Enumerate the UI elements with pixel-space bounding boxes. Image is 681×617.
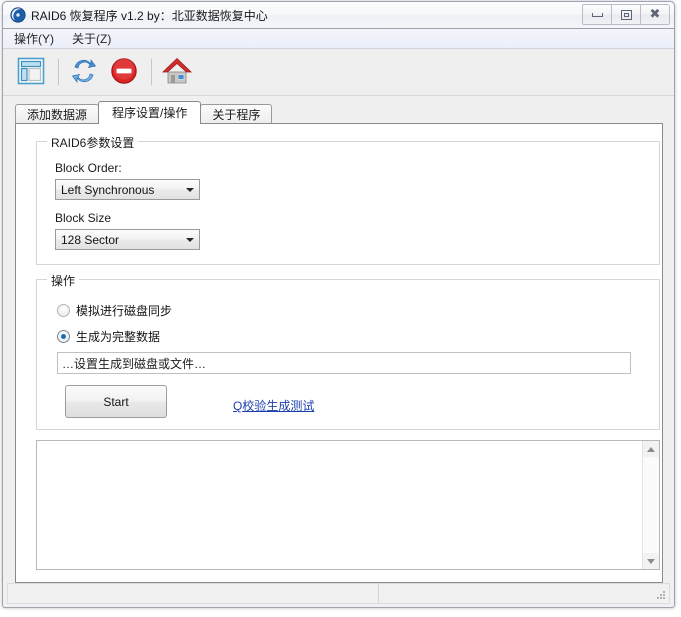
output-target-input[interactable]: …设置生成到磁盘或文件… xyxy=(57,352,631,374)
menu-bar: 操作(Y) 关于(Z) xyxy=(3,29,674,49)
main-window: RAID6 恢复程序 v1.2 by：北亚数据恢复中心 ✖ 操作(Y) 关于(Z… xyxy=(2,1,675,608)
toolbar-stop-button[interactable] xyxy=(106,54,142,90)
menu-operations[interactable]: 操作(Y) xyxy=(10,29,62,49)
chevron-down-icon xyxy=(181,237,199,242)
tab-settings-operations[interactable]: 程序设置/操作 xyxy=(98,101,202,124)
toolbar xyxy=(3,49,674,96)
radio-simulate-disk-sync[interactable]: 模拟进行磁盘同步 xyxy=(57,302,172,319)
scroll-up-button[interactable] xyxy=(643,441,659,457)
raid6-params-group: RAID6参数设置 Block Order: Left Synchronous … xyxy=(36,134,660,265)
disc-icon xyxy=(10,7,26,23)
window-title: RAID6 恢复程序 v1.2 by：北亚数据恢复中心 xyxy=(31,9,268,23)
maximize-icon xyxy=(620,9,632,20)
start-button[interactable]: Start xyxy=(65,385,167,418)
close-icon: ✖ xyxy=(649,7,661,22)
menu-about[interactable]: 关于(Z) xyxy=(68,29,119,49)
block-size-value: 128 Sector xyxy=(61,232,120,247)
scrollbar-track[interactable] xyxy=(643,457,659,553)
operations-group-title: 操作 xyxy=(47,272,80,289)
tab-strip: 添加数据源 程序设置/操作 关于程序 xyxy=(15,101,663,124)
toolbar-separator-2 xyxy=(151,59,152,85)
tab-panel-settings-operations: RAID6参数设置 Block Order: Left Synchronous … xyxy=(15,123,663,583)
block-order-combobox[interactable]: Left Synchronous xyxy=(55,179,200,200)
status-panel-left xyxy=(8,584,379,603)
triangle-down-icon xyxy=(647,558,655,564)
block-order-value: Left Synchronous xyxy=(61,182,155,197)
scroll-down-button[interactable] xyxy=(643,553,659,569)
radio-generate-full-data-label: 生成为完整数据 xyxy=(76,330,161,344)
q-parity-test-link[interactable]: Q校验生成测试 xyxy=(233,397,314,414)
raid6-params-group-title: RAID6参数设置 xyxy=(47,134,139,151)
resize-grip-icon[interactable] xyxy=(655,589,667,601)
window-controls: ✖ xyxy=(582,4,670,25)
tab-about-program[interactable]: 关于程序 xyxy=(200,104,273,124)
log-output-area[interactable] xyxy=(36,440,660,570)
toolbar-separator-1 xyxy=(58,59,59,85)
minimize-button[interactable] xyxy=(582,4,612,25)
operations-group: 操作 模拟进行磁盘同步 生成为完整数据 …设置生成到磁盘或文件… Start Q… xyxy=(36,272,660,430)
layout-panel-icon xyxy=(16,56,46,89)
triangle-up-icon xyxy=(647,446,655,452)
tab-add-data-source[interactable]: 添加数据源 xyxy=(15,104,100,124)
home-icon xyxy=(161,56,193,89)
block-size-label: Block Size xyxy=(55,211,112,225)
radio-indicator xyxy=(57,304,70,317)
toolbar-layout-button[interactable] xyxy=(13,54,49,90)
block-size-combobox[interactable]: 128 Sector xyxy=(55,229,200,250)
block-order-label: Block Order: xyxy=(55,161,122,175)
refresh-icon xyxy=(70,57,98,88)
status-bar xyxy=(7,583,670,604)
minimize-icon xyxy=(591,12,603,17)
application-window: RAID6 恢复程序 v1.2 by：北亚数据恢复中心 ✖ 操作(Y) 关于(Z… xyxy=(0,0,681,617)
toolbar-refresh-button[interactable] xyxy=(66,54,102,90)
status-panel-right xyxy=(379,584,669,603)
radio-generate-full-data[interactable]: 生成为完整数据 xyxy=(57,328,160,345)
toolbar-home-button[interactable] xyxy=(159,54,195,90)
chevron-down-icon xyxy=(181,187,199,192)
title-bar: RAID6 恢复程序 v1.2 by：北亚数据恢复中心 ✖ xyxy=(3,2,674,29)
close-button[interactable]: ✖ xyxy=(640,4,670,25)
radio-simulate-disk-sync-label: 模拟进行磁盘同步 xyxy=(76,304,173,318)
maximize-button[interactable] xyxy=(611,4,641,25)
log-vertical-scrollbar[interactable] xyxy=(642,441,659,569)
stop-icon xyxy=(110,57,138,88)
radio-indicator xyxy=(57,330,70,343)
